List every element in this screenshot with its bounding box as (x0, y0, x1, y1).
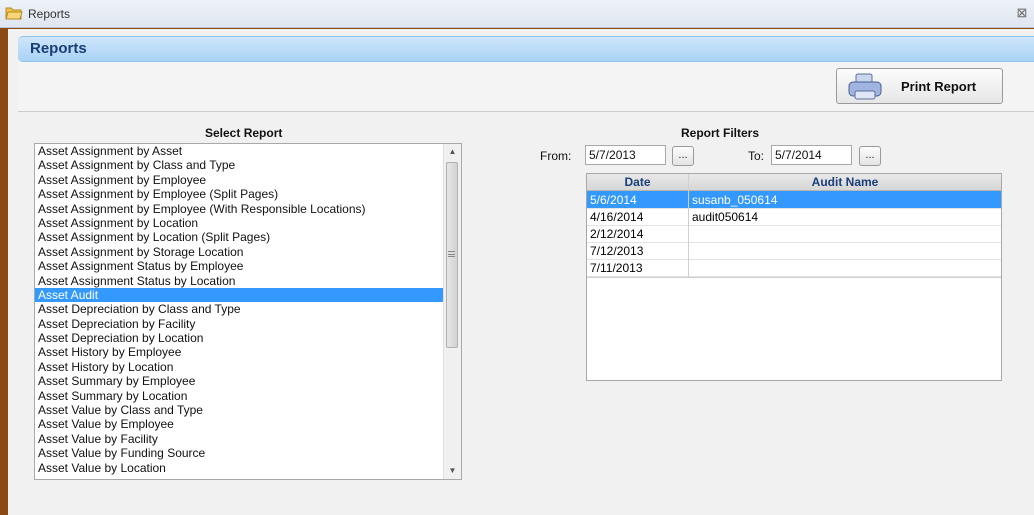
report-list: Asset Assignment by Asset Asset Assignmen… (35, 144, 445, 475)
report-list-item[interactable]: Asset Assignment by Location (35, 216, 445, 230)
report-list-item[interactable]: Asset Assignment Status by Employee (35, 259, 445, 273)
printer-icon (848, 73, 882, 100)
report-list-item[interactable]: Asset Audit (35, 287, 445, 303)
report-list-item[interactable]: Asset Assignment by Employee (35, 173, 445, 187)
report-list-item[interactable]: Asset History by Employee (35, 345, 445, 359)
scroll-down-icon[interactable]: ▼ (444, 463, 461, 479)
report-list-item[interactable]: Asset Assignment by Storage Location (35, 245, 445, 259)
report-list-item[interactable]: Asset Assignment by Class and Type (35, 158, 445, 172)
report-list-scrollbar[interactable]: ▲ ▼ (443, 144, 461, 479)
audit-date-cell: 4/16/2014 (590, 210, 644, 224)
audit-grid-row[interactable]: 2/12/2014 (587, 225, 1001, 243)
report-list-item[interactable]: Asset Assignment by Employee (Split Page… (35, 187, 445, 201)
to-label: To: (748, 149, 765, 163)
report-list-item[interactable]: Asset History by Location (35, 360, 445, 374)
from-date-input[interactable] (585, 145, 666, 165)
report-filters-heading: Report Filters (681, 126, 760, 140)
grid-rows-bottom-border (587, 277, 1001, 278)
scroll-grip-icon (448, 251, 455, 257)
audit-date-cell: 5/6/2014 (590, 193, 637, 207)
report-list-item[interactable]: Asset Value by Facility (35, 432, 445, 446)
report-listbox[interactable]: Asset Assignment by Asset Asset Assignmen… (34, 143, 462, 480)
audit-grid[interactable]: Date Audit Name 5/6/2014 susanb_050614 4/1… (586, 173, 1002, 381)
report-list-item[interactable]: Asset Depreciation by Location (35, 331, 445, 345)
page-header: Reports (18, 36, 1034, 62)
from-label: From: (540, 149, 572, 163)
to-date-picker-button[interactable]: ... (859, 146, 881, 166)
column-header-date[interactable]: Date (587, 175, 688, 189)
report-list-item[interactable]: Asset Summary by Employee (35, 374, 445, 388)
audit-grid-row[interactable]: 7/12/2013 (587, 242, 1001, 260)
report-list-item[interactable]: Asset Assignment by Employee (With Respo… (35, 202, 445, 216)
report-list-item[interactable]: Asset Depreciation by Facility (35, 317, 445, 331)
print-report-label: Print Report (901, 79, 977, 94)
audit-grid-row[interactable]: 7/11/2013 (587, 259, 1001, 277)
report-list-item[interactable]: Asset Summary by Location (35, 389, 445, 403)
report-list-item[interactable]: Asset Value by Funding Source (35, 446, 445, 460)
audit-grid-row[interactable]: 5/6/2014 susanb_050614 (587, 191, 1001, 209)
select-report-heading: Select Report (205, 126, 283, 140)
report-list-item[interactable]: Asset Assignment by Asset (35, 144, 445, 158)
audit-grid-row[interactable]: 4/16/2014 audit050614 (587, 208, 1001, 226)
audit-date-cell: 2/12/2014 (590, 227, 644, 241)
audit-date-cell: 7/11/2013 (590, 261, 643, 275)
page-title: Reports (30, 40, 87, 57)
window-titlebar: Reports ⊠ (0, 0, 1034, 28)
audit-date-cell: 7/12/2013 (590, 244, 644, 258)
scroll-up-icon[interactable]: ▲ (444, 144, 461, 160)
column-divider (688, 174, 689, 278)
close-icon[interactable]: ⊠ (1012, 4, 1032, 22)
audit-name-cell: susanb_050614 (692, 193, 778, 207)
folder-icon (5, 7, 23, 20)
report-list-item[interactable]: Asset Value by Location (35, 461, 445, 475)
column-header-audit-name[interactable]: Audit Name (689, 175, 1001, 189)
print-report-button[interactable]: Print Report (836, 68, 1003, 104)
window-title: Reports (28, 7, 71, 21)
audit-name-cell: audit050614 (692, 210, 759, 224)
audit-grid-header: Date Audit Name (587, 174, 1001, 191)
from-date-picker-button[interactable]: ... (672, 146, 694, 166)
report-list-item[interactable]: Asset Value by Class and Type (35, 403, 445, 417)
report-list-item[interactable]: Asset Assignment Status by Location (35, 274, 445, 288)
to-date-input[interactable] (771, 145, 852, 165)
report-list-item[interactable]: Asset Value by Employee (35, 417, 445, 431)
report-list-item[interactable]: Asset Depreciation by Class and Type (35, 302, 445, 316)
report-list-item[interactable]: Asset Assignment by Location (Split Page… (35, 230, 445, 244)
